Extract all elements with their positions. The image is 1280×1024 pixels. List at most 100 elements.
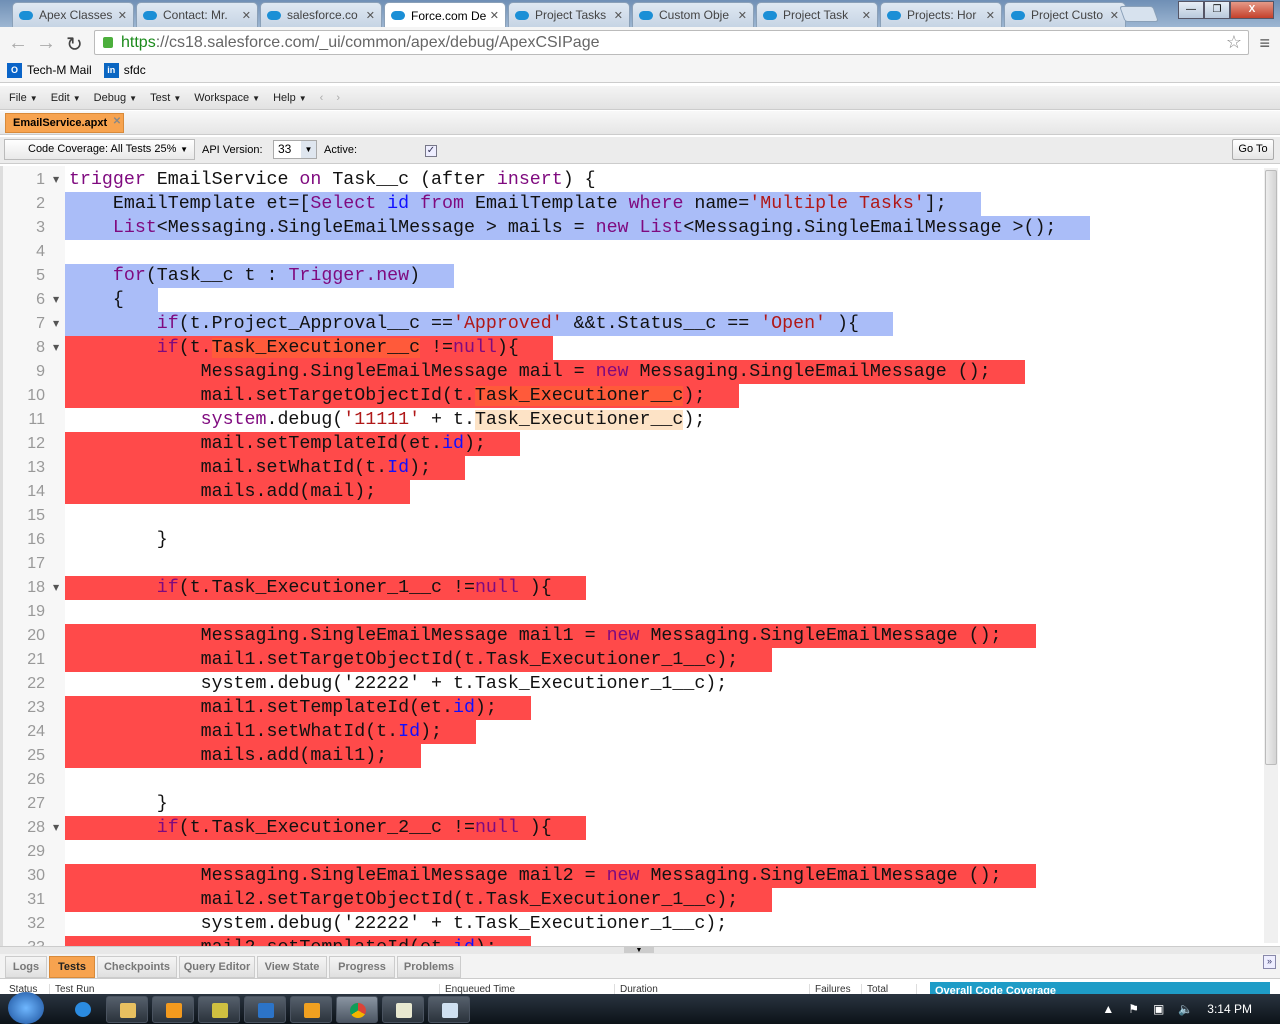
code-line[interactable]: 26	[3, 768, 1265, 792]
menu-help[interactable]: Help ▼	[273, 92, 307, 104]
panel-splitter[interactable]: ▼	[0, 946, 1280, 954]
code-line[interactable]: 6 ▼ {	[3, 288, 1265, 312]
tab-query-editor[interactable]: Query Editor	[179, 956, 255, 978]
chrome-icon[interactable]	[336, 996, 378, 1023]
code-line[interactable]: 30 Messaging.SingleEmailMessage mail2 = …	[3, 864, 1265, 888]
media-player-icon[interactable]	[152, 996, 194, 1023]
bookmark-star-icon[interactable]: ☆	[1226, 31, 1242, 54]
browser-tab[interactable]: salesforce.co ✕	[260, 2, 382, 27]
vertical-scrollbar[interactable]	[1264, 168, 1278, 943]
network-icon[interactable]: ▣	[1153, 1002, 1164, 1016]
collapse-panel-icon[interactable]: »	[1263, 955, 1276, 969]
tab-checkpoints[interactable]: Checkpoints	[97, 956, 177, 978]
close-tab-icon[interactable]: ✕	[490, 9, 499, 22]
column-header[interactable]: Failures	[810, 984, 862, 994]
browser-tab[interactable]: Project Tasks ✕	[508, 2, 630, 27]
browser-tab[interactable]: Force.com De ✕	[384, 2, 506, 28]
maximize-button[interactable]: ❐	[1204, 1, 1230, 19]
code-line[interactable]: 18 ▼ if(t.Task_Executioner_1__c !=null ){	[3, 576, 1265, 600]
close-tab-icon[interactable]: ✕	[738, 9, 747, 22]
forward-nav-icon[interactable]: ›	[336, 92, 340, 104]
fold-arrow-icon[interactable]: ▼	[53, 816, 59, 840]
tab-tests[interactable]: Tests	[49, 956, 95, 978]
code-coverage-dropdown[interactable]: Code Coverage: All Tests 25% ▼	[4, 139, 195, 160]
code-line[interactable]: 1 ▼ trigger EmailService on Task__c (after…	[3, 168, 1265, 192]
code-editor[interactable]: 1 ▼ trigger EmailService on Task__c (after…	[0, 166, 1280, 947]
api-version-select[interactable]: 33 ▼	[273, 140, 317, 159]
code-line[interactable]: 23 mail1.setTemplateId(et.id);	[3, 696, 1265, 720]
app-icon[interactable]	[198, 996, 240, 1023]
code-line[interactable]: 25 mails.add(mail1);	[3, 744, 1265, 768]
notepad-edit-icon[interactable]	[382, 996, 424, 1023]
bookmark-tech-m-mail[interactable]: O Tech-M Mail	[7, 62, 92, 78]
browser-tab[interactable]: Apex Classes ✕	[12, 2, 134, 27]
forward-icon[interactable]: →	[36, 32, 56, 55]
browser-tab[interactable]: Project Task ✕	[756, 2, 878, 27]
tab-progress[interactable]: Progress	[329, 956, 395, 978]
new-tab-button[interactable]	[1119, 6, 1159, 22]
code-line[interactable]: 10 mail.setTargetObjectId(t.Task_Executi…	[3, 384, 1265, 408]
fold-arrow-icon[interactable]: ▼	[53, 288, 59, 312]
internet-explorer-icon[interactable]	[62, 996, 104, 1023]
browser-tab[interactable]: Projects: Hor ✕	[880, 2, 1002, 27]
code-line[interactable]: 2 EmailTemplate et=[Select id from Email…	[3, 192, 1265, 216]
go-to-button[interactable]: Go To	[1232, 139, 1274, 160]
show-hidden-icons[interactable]: ▲	[1102, 1002, 1114, 1016]
code-line[interactable]: 24 mail1.setWhatId(t.Id);	[3, 720, 1265, 744]
close-tab-icon[interactable]: ✕	[614, 9, 623, 22]
close-tab-icon[interactable]: ✕	[1110, 9, 1119, 22]
scrollbar-thumb[interactable]	[1265, 170, 1277, 765]
code-line[interactable]: 22 system.debug('22222' + t.Task_Executi…	[3, 672, 1265, 696]
code-line[interactable]: 9 Messaging.SingleEmailMessage mail = ne…	[3, 360, 1265, 384]
close-tab-icon[interactable]: ✕	[862, 9, 871, 22]
close-tab-icon[interactable]: ✕	[118, 9, 127, 22]
notepad-icon[interactable]	[428, 996, 470, 1023]
code-line[interactable]: 29	[3, 840, 1265, 864]
code-line[interactable]: 21 mail1.setTargetObjectId(t.Task_Execut…	[3, 648, 1265, 672]
fold-arrow-icon[interactable]: ▼	[53, 576, 59, 600]
code-line[interactable]: 16 }	[3, 528, 1265, 552]
menu-file[interactable]: File ▼	[9, 92, 38, 104]
code-line[interactable]: 19	[3, 600, 1265, 624]
column-header[interactable]: Test Run	[50, 984, 440, 994]
code-line[interactable]: 15	[3, 504, 1265, 528]
code-line[interactable]: 12 mail.setTemplateId(et.id);	[3, 432, 1265, 456]
menu-edit[interactable]: Edit ▼	[51, 92, 81, 104]
splitter-handle-icon[interactable]: ▼	[624, 947, 654, 954]
browser-tab[interactable]: Project Custo ✕	[1004, 2, 1126, 27]
code-line[interactable]: 3 List<Messaging.SingleEmailMessage > ma…	[3, 216, 1265, 240]
browser-tab[interactable]: Contact: Mr. ✕	[136, 2, 258, 27]
lync-icon[interactable]	[244, 996, 286, 1023]
url-input[interactable]: https://cs18.salesforce.com/_ui/common/a…	[94, 30, 1249, 55]
code-line[interactable]: 28 ▼ if(t.Task_Executioner_2__c !=null ){	[3, 816, 1265, 840]
bookmark-sfdc[interactable]: in sfdc	[103, 62, 146, 78]
code-line[interactable]: 20 Messaging.SingleEmailMessage mail1 = …	[3, 624, 1265, 648]
tab-problems[interactable]: Problems	[397, 956, 461, 978]
code-line[interactable]: 13 mail.setWhatId(t.Id);	[3, 456, 1265, 480]
code-line[interactable]: 31 mail2.setTargetObjectId(t.Task_Execut…	[3, 888, 1265, 912]
close-tab-icon[interactable]: ✕	[113, 112, 121, 131]
minimize-button[interactable]: —	[1178, 1, 1204, 19]
fold-arrow-icon[interactable]: ▼	[53, 312, 59, 336]
code-line[interactable]: 11 system.debug('11111' + t.Task_Executi…	[3, 408, 1265, 432]
code-line[interactable]: 14 mails.add(mail);	[3, 480, 1265, 504]
code-line[interactable]: 27 }	[3, 792, 1265, 816]
file-explorer-icon[interactable]	[106, 996, 148, 1023]
flag-icon[interactable]: ⚑	[1128, 1002, 1139, 1016]
menu-workspace[interactable]: Workspace ▼	[194, 92, 260, 104]
close-tab-icon[interactable]: ✕	[366, 9, 375, 22]
column-header[interactable]: Total	[862, 984, 917, 994]
active-checkbox[interactable]: ✓	[425, 145, 437, 157]
column-header[interactable]: Enqueued Time	[440, 984, 615, 994]
close-tab-icon[interactable]: ✕	[986, 9, 995, 22]
menu-test[interactable]: Test ▼	[150, 92, 181, 104]
column-header[interactable]: Duration	[615, 984, 810, 994]
menu-debug[interactable]: Debug ▼	[94, 92, 137, 104]
file-tab-emailservice[interactable]: EmailService.apxt ✕	[5, 112, 125, 133]
close-tab-icon[interactable]: ✕	[242, 9, 251, 22]
code-line[interactable]: 5 for(Task__c t : Trigger.new)	[3, 264, 1265, 288]
code-line[interactable]: 8 ▼ if(t.Task_Executioner__c !=null){	[3, 336, 1265, 360]
back-nav-icon[interactable]: ‹	[320, 92, 324, 104]
close-window-button[interactable]: X	[1230, 1, 1274, 19]
tab-logs[interactable]: Logs	[5, 956, 47, 978]
